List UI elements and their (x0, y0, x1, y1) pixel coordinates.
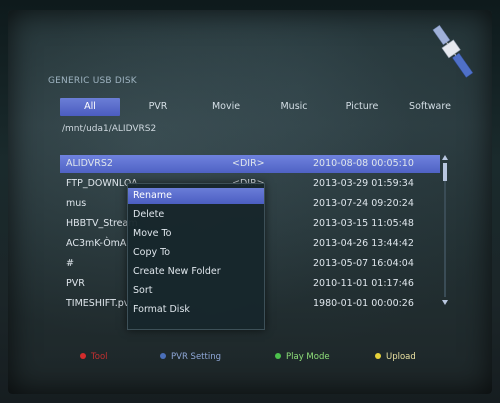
file-name: TIMESHIFT.pvr (66, 298, 134, 309)
current-path: /mnt/uda1/ALIDVRS2 (62, 124, 157, 134)
green-button-icon (275, 352, 281, 359)
menu-item-delete[interactable]: Delete (128, 207, 264, 223)
context-menu: Rename Delete Move To Copy To Create New… (127, 183, 265, 330)
menu-item-create-new-folder[interactable]: Create New Folder (128, 264, 264, 280)
menu-item-move-to[interactable]: Move To (128, 226, 264, 242)
file-name: ALIDVRS2 (66, 158, 113, 169)
tab-picture[interactable]: Picture (332, 98, 392, 116)
hint-label: PVR Setting (171, 352, 221, 362)
menu-item-rename[interactable]: Rename (128, 188, 264, 204)
tv-screen: GENERIC USB DISK All PVR Movie Music Pic… (0, 0, 500, 403)
yellow-button-icon (375, 352, 381, 359)
tab-software[interactable]: Software (400, 98, 460, 116)
menu-item-sort[interactable]: Sort (128, 283, 264, 299)
file-type: <DIR> (232, 158, 265, 169)
menu-item-format-disk[interactable]: Format Disk (128, 302, 264, 318)
file-name: PVR (66, 278, 85, 289)
file-date: 2013-03-29 01:59:34 (313, 178, 414, 189)
file-name: AC3mK-ÒmA (66, 238, 127, 249)
file-date: 2010-11-01 01:17:46 (313, 278, 414, 289)
scroll-thumb[interactable] (443, 163, 447, 181)
window-title: GENERIC USB DISK (48, 76, 137, 86)
file-date: 2013-07-24 09:20:24 (313, 198, 414, 209)
hint-upload[interactable]: Upload (375, 350, 416, 364)
file-date: 2013-04-26 13:44:42 (313, 238, 414, 249)
tab-pvr[interactable]: PVR (128, 98, 188, 116)
hint-play-mode[interactable]: Play Mode (275, 350, 330, 364)
tab-all[interactable]: All (60, 98, 120, 116)
scroll-up-arrow-icon[interactable] (442, 155, 448, 160)
file-date: 2013-03-15 11:05:48 (313, 218, 414, 229)
scroll-track (444, 163, 446, 297)
tab-music[interactable]: Music (264, 98, 324, 116)
file-row[interactable]: ALIDVRS2 <DIR> 2010-08-08 00:05:10 (60, 155, 440, 173)
hint-pvr-setting[interactable]: PVR Setting (160, 350, 221, 364)
satellite-icon (432, 24, 474, 78)
hint-label: Play Mode (286, 352, 330, 362)
file-date: 2010-08-08 00:05:10 (313, 158, 414, 169)
tab-movie[interactable]: Movie (196, 98, 256, 116)
file-date: 2013-05-07 16:04:04 (313, 258, 414, 269)
hint-label: Tool (91, 352, 108, 362)
blue-button-icon (160, 352, 166, 359)
menu-item-copy-to[interactable]: Copy To (128, 245, 264, 261)
scroll-down-arrow-icon[interactable] (442, 300, 448, 305)
hint-tool[interactable]: Tool (80, 350, 108, 364)
file-name: # (66, 258, 74, 269)
list-scrollbar[interactable] (442, 155, 448, 305)
button-hint-bar: Tool PVR Setting Play Mode Upload (60, 350, 460, 364)
hint-label: Upload (386, 352, 416, 362)
file-date: 1980-01-01 00:00:26 (313, 298, 414, 309)
red-button-icon (80, 352, 86, 359)
category-tabs: All PVR Movie Music Picture Software (60, 98, 460, 116)
file-name: mus (66, 198, 87, 209)
